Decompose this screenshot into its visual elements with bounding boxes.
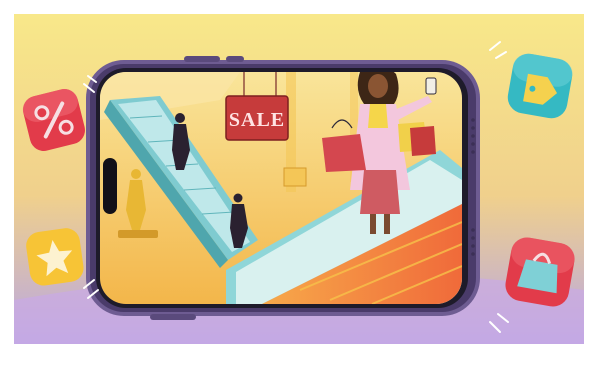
- phone-screen: SALE: [100, 72, 462, 304]
- camera-notch: [103, 158, 117, 214]
- star-icon: [26, 228, 84, 286]
- price-tag-icon: [507, 53, 573, 119]
- illustration: SALE: [0, 0, 598, 387]
- shopping-bag-icon: [505, 237, 575, 307]
- sale-sign-text: SALE: [229, 109, 285, 131]
